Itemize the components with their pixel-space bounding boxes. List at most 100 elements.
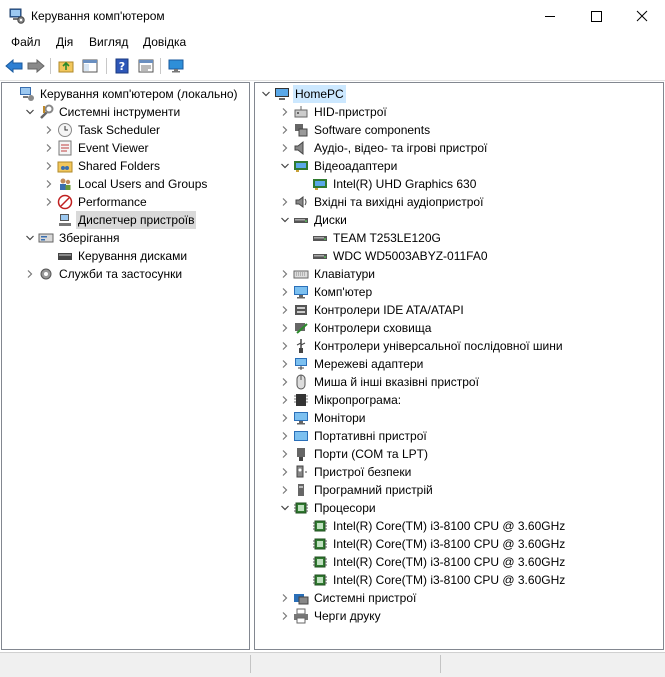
chevron-right-icon[interactable] bbox=[279, 283, 291, 301]
processor-icon bbox=[312, 572, 328, 588]
show-hide-tree-button[interactable] bbox=[80, 56, 100, 76]
right-tree-item[interactable]: Контролери універсальної послідовної шин… bbox=[279, 337, 565, 355]
chevron-right-icon[interactable] bbox=[279, 391, 291, 409]
right-tree-item[interactable]: Мережеві адаптери bbox=[279, 355, 425, 373]
right-tree-item-label: Контролери сховища bbox=[314, 321, 432, 335]
right-tree-item-label: Intel(R) Core(TM) i3-8100 CPU @ 3.60GHz bbox=[333, 555, 566, 569]
chevron-down-icon[interactable] bbox=[279, 211, 291, 229]
forward-button[interactable] bbox=[26, 56, 46, 76]
right-tree-item[interactable]: Процесори bbox=[279, 499, 378, 517]
right-tree-item[interactable]: HomePC bbox=[260, 85, 346, 103]
left-tree-item[interactable]: Зберігання bbox=[24, 229, 122, 247]
right-tree-item[interactable]: Системні пристрої bbox=[279, 589, 418, 607]
right-tree-item[interactable]: Миша й інші вказівні пристрої bbox=[279, 373, 481, 391]
chevron-right-icon[interactable] bbox=[279, 445, 291, 463]
menu-view[interactable]: Вигляд bbox=[89, 35, 128, 49]
left-tree-item[interactable]: Performance bbox=[43, 193, 149, 211]
chevron-right-icon[interactable] bbox=[279, 463, 291, 481]
right-tree-item[interactable]: Портативні пристрої bbox=[279, 427, 429, 445]
left-tree-item[interactable]: Диспетчер пристроїв bbox=[43, 211, 197, 229]
right-tree-item[interactable]: Вхідні та вихідні аудіопристрої bbox=[279, 193, 485, 211]
left-tree-item[interactable]: Керування дисками bbox=[43, 247, 189, 265]
right-tree-item-label: Порти (COM та LPT) bbox=[314, 447, 428, 461]
right-tree-item[interactable]: Intel(R) Core(TM) i3-8100 CPU @ 3.60GHz bbox=[298, 571, 567, 589]
left-tree-item[interactable]: Task Scheduler bbox=[43, 121, 162, 139]
right-tree-item[interactable]: WDC WD5003ABYZ-011FA0 bbox=[298, 247, 490, 265]
chevron-right-icon[interactable] bbox=[279, 589, 291, 607]
left-tree-item[interactable]: Керування комп'ютером (локально) bbox=[5, 85, 240, 103]
right-tree-item[interactable]: Intel(R) Core(TM) i3-8100 CPU @ 3.60GHz bbox=[298, 517, 567, 535]
device-tree-pane[interactable]: HomePC HID-пристрої Software components Ауд… bbox=[254, 82, 664, 650]
right-tree-item-label: Intel(R) Core(TM) i3-8100 CPU @ 3.60GHz bbox=[333, 519, 566, 533]
chevron-right-icon[interactable] bbox=[279, 319, 291, 337]
right-tree-item[interactable]: Черги друку bbox=[279, 607, 383, 625]
chevron-right-icon[interactable] bbox=[279, 301, 291, 319]
right-tree-item[interactable]: Клавіатури bbox=[279, 265, 377, 283]
chevron-down-icon[interactable] bbox=[24, 229, 36, 247]
chevron-right-icon[interactable] bbox=[279, 337, 291, 355]
properties-button[interactable] bbox=[136, 56, 156, 76]
right-tree-item[interactable]: Контролери IDE ATA/ATAPI bbox=[279, 301, 466, 319]
right-tree-item[interactable]: Пристрої безпеки bbox=[279, 463, 413, 481]
right-tree-item[interactable]: Порти (COM та LPT) bbox=[279, 445, 430, 463]
left-tree-item[interactable]: Системні інструменти bbox=[24, 103, 182, 121]
chevron-right-icon[interactable] bbox=[43, 121, 55, 139]
chevron-down-icon[interactable] bbox=[279, 499, 291, 517]
menu-help[interactable]: Довідка bbox=[143, 35, 186, 49]
close-button[interactable] bbox=[619, 0, 665, 32]
chevron-right-icon[interactable] bbox=[43, 175, 55, 193]
chevron-right-icon[interactable] bbox=[43, 157, 55, 175]
right-tree-item[interactable]: TEAM T253LE120G bbox=[298, 229, 443, 247]
left-tree-item[interactable]: Event Viewer bbox=[43, 139, 150, 157]
right-tree-item-label: Клавіатури bbox=[314, 267, 375, 281]
right-tree-item[interactable]: Мікропрограма: bbox=[279, 391, 403, 409]
chevron-down-icon[interactable] bbox=[279, 157, 291, 175]
right-tree-item[interactable]: Software components bbox=[279, 121, 432, 139]
chevron-right-icon[interactable] bbox=[43, 193, 55, 211]
right-tree-item[interactable]: Контролери сховища bbox=[279, 319, 433, 337]
right-tree-item[interactable]: Комп'ютер bbox=[279, 283, 374, 301]
left-tree-item[interactable]: Local Users and Groups bbox=[43, 175, 209, 193]
right-tree-item[interactable]: Відеоадаптери bbox=[279, 157, 399, 175]
right-tree-item[interactable]: Диски bbox=[279, 211, 349, 229]
left-tree-item[interactable]: Служби та застосунки bbox=[24, 265, 184, 283]
right-tree-item[interactable]: Intel(R) Core(TM) i3-8100 CPU @ 3.60GHz bbox=[298, 553, 567, 571]
left-tree-item[interactable]: Shared Folders bbox=[43, 157, 162, 175]
chevron-right-icon[interactable] bbox=[279, 103, 291, 121]
chevron-right-icon[interactable] bbox=[279, 607, 291, 625]
chevron-right-icon[interactable] bbox=[279, 481, 291, 499]
right-tree-item[interactable]: Монітори bbox=[279, 409, 368, 427]
maximize-button[interactable] bbox=[573, 0, 619, 32]
monitor-icon bbox=[293, 410, 309, 426]
chevron-right-icon[interactable] bbox=[279, 355, 291, 373]
right-tree-item[interactable]: Intel(R) Core(TM) i3-8100 CPU @ 3.60GHz bbox=[298, 535, 567, 553]
minimize-button[interactable] bbox=[527, 0, 573, 32]
right-tree-item-label: HID-пристрої bbox=[314, 105, 387, 119]
chevron-down-icon[interactable] bbox=[24, 103, 36, 121]
chevron-down-icon[interactable] bbox=[260, 85, 272, 103]
right-tree-item[interactable]: Аудіо-, відео- та ігрові пристрої bbox=[279, 139, 489, 157]
chevron-right-icon[interactable] bbox=[279, 265, 291, 283]
computer-management-icon bbox=[19, 86, 35, 102]
monitor-button[interactable] bbox=[166, 56, 186, 76]
right-tree-item[interactable]: HID-пристрої bbox=[279, 103, 389, 121]
chevron-right-icon[interactable] bbox=[279, 121, 291, 139]
chevron-right-icon[interactable] bbox=[24, 265, 36, 283]
chevron-right-icon[interactable] bbox=[279, 193, 291, 211]
console-tree-pane[interactable]: Керування комп'ютером (локально) Системні… bbox=[1, 82, 250, 650]
chevron-right-icon[interactable] bbox=[279, 139, 291, 157]
menu-file[interactable]: Файл bbox=[11, 35, 41, 49]
help-button[interactable]: ? bbox=[112, 56, 132, 76]
left-tree-item-label: Системні інструменти bbox=[59, 105, 181, 119]
up-level-button[interactable] bbox=[56, 56, 76, 76]
chevron-right-icon[interactable] bbox=[279, 427, 291, 445]
chevron-right-icon[interactable] bbox=[279, 409, 291, 427]
menu-action[interactable]: Дія bbox=[56, 35, 73, 49]
right-tree-item[interactable]: Програмний пристрій bbox=[279, 481, 435, 499]
chevron-right-icon[interactable] bbox=[43, 139, 55, 157]
menu-bar: Файл Дія Вигляд Довідка bbox=[0, 32, 665, 52]
right-tree-item[interactable]: Intel(R) UHD Graphics 630 bbox=[298, 175, 478, 193]
chevron-right-icon[interactable] bbox=[279, 373, 291, 391]
back-button[interactable] bbox=[4, 56, 24, 76]
